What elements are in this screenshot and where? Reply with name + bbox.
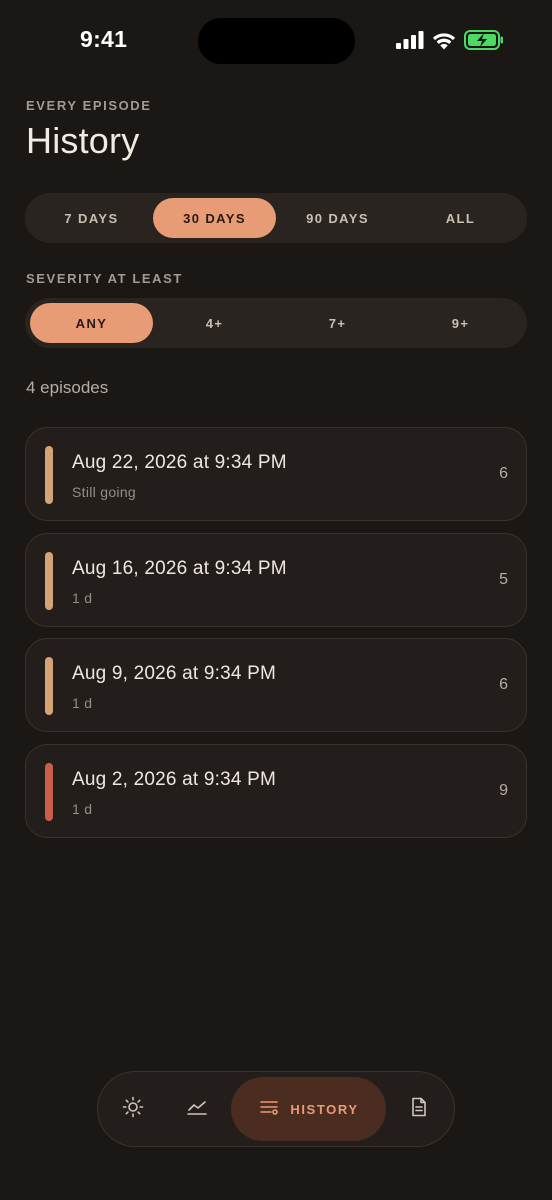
severity-filter: ANY 4+ 7+ 9+ — [25, 298, 527, 348]
episode-card[interactable]: Aug 22, 2026 at 9:34 PM Still going 6 — [25, 427, 527, 521]
dynamic-island — [198, 18, 355, 64]
severity-option-any[interactable]: ANY — [30, 303, 153, 343]
page-title: History — [26, 120, 140, 161]
status-time: 9:41 — [80, 26, 128, 52]
status-icons — [396, 30, 504, 50]
tab-reports[interactable] — [396, 1072, 442, 1146]
range-option-all[interactable]: ALL — [399, 198, 522, 238]
episode-severity: 5 — [499, 570, 508, 588]
severity-indicator — [45, 762, 53, 821]
tab-trends[interactable] — [174, 1072, 220, 1146]
episode-severity: 6 — [499, 465, 508, 482]
episode-severity: 9 — [499, 781, 508, 799]
cellular-signal-icon — [396, 31, 424, 49]
tab-history-label: HISTORY — [290, 1101, 359, 1117]
episode-duration: Still going — [72, 484, 137, 500]
episode-card[interactable]: Aug 2, 2026 at 9:34 PM 1 d 9 — [25, 743, 527, 838]
episode-duration: 1 d — [72, 800, 93, 817]
range-option-30-days[interactable]: 30 DAYS — [153, 198, 276, 238]
episode-card[interactable]: Aug 9, 2026 at 9:34 PM 1 d 6 — [25, 638, 527, 732]
status-bar: 9:41 — [0, 0, 552, 80]
episode-severity: 6 — [499, 676, 508, 693]
bottom-tab-bar: HISTORY — [97, 1071, 455, 1147]
date-range-filter: 7 DAYS 30 DAYS 90 DAYS ALL — [25, 193, 527, 243]
episode-duration: 1 d — [72, 589, 93, 606]
episode-list: Aug 22, 2026 at 9:34 PM Still going 6 Au… — [25, 427, 527, 849]
tab-history[interactable]: HISTORY — [231, 1077, 386, 1141]
episode-card[interactable]: Aug 16, 2026 at 9:34 PM 1 d 5 — [25, 532, 527, 627]
episode-date: Aug 9, 2026 at 9:34 PM — [72, 663, 277, 684]
battery-charging-icon — [464, 30, 504, 50]
severity-option-9-plus[interactable]: 9+ — [399, 303, 522, 343]
severity-option-7-plus[interactable]: 7+ — [276, 303, 399, 343]
document-icon — [408, 1096, 430, 1123]
tab-today[interactable] — [110, 1072, 156, 1146]
trend-line-icon — [186, 1096, 208, 1123]
episode-date: Aug 22, 2026 at 9:34 PM — [72, 452, 287, 473]
page-eyebrow: EVERY EPISODE — [26, 98, 152, 113]
severity-indicator — [45, 551, 53, 610]
sun-icon — [122, 1096, 144, 1123]
wifi-icon — [431, 31, 457, 50]
range-option-7-days[interactable]: 7 DAYS — [30, 198, 153, 238]
severity-indicator — [45, 657, 53, 715]
episode-duration: 1 d — [72, 695, 93, 711]
episode-count: 4 episodes — [26, 378, 109, 397]
severity-filter-label: SEVERITY AT LEAST — [26, 271, 183, 286]
list-filter-icon — [258, 1096, 280, 1123]
severity-indicator — [45, 446, 53, 504]
episode-date: Aug 16, 2026 at 9:34 PM — [72, 557, 287, 579]
episode-date: Aug 2, 2026 at 9:34 PM — [72, 768, 277, 790]
range-option-90-days[interactable]: 90 DAYS — [276, 198, 399, 238]
severity-option-4-plus[interactable]: 4+ — [153, 303, 276, 343]
